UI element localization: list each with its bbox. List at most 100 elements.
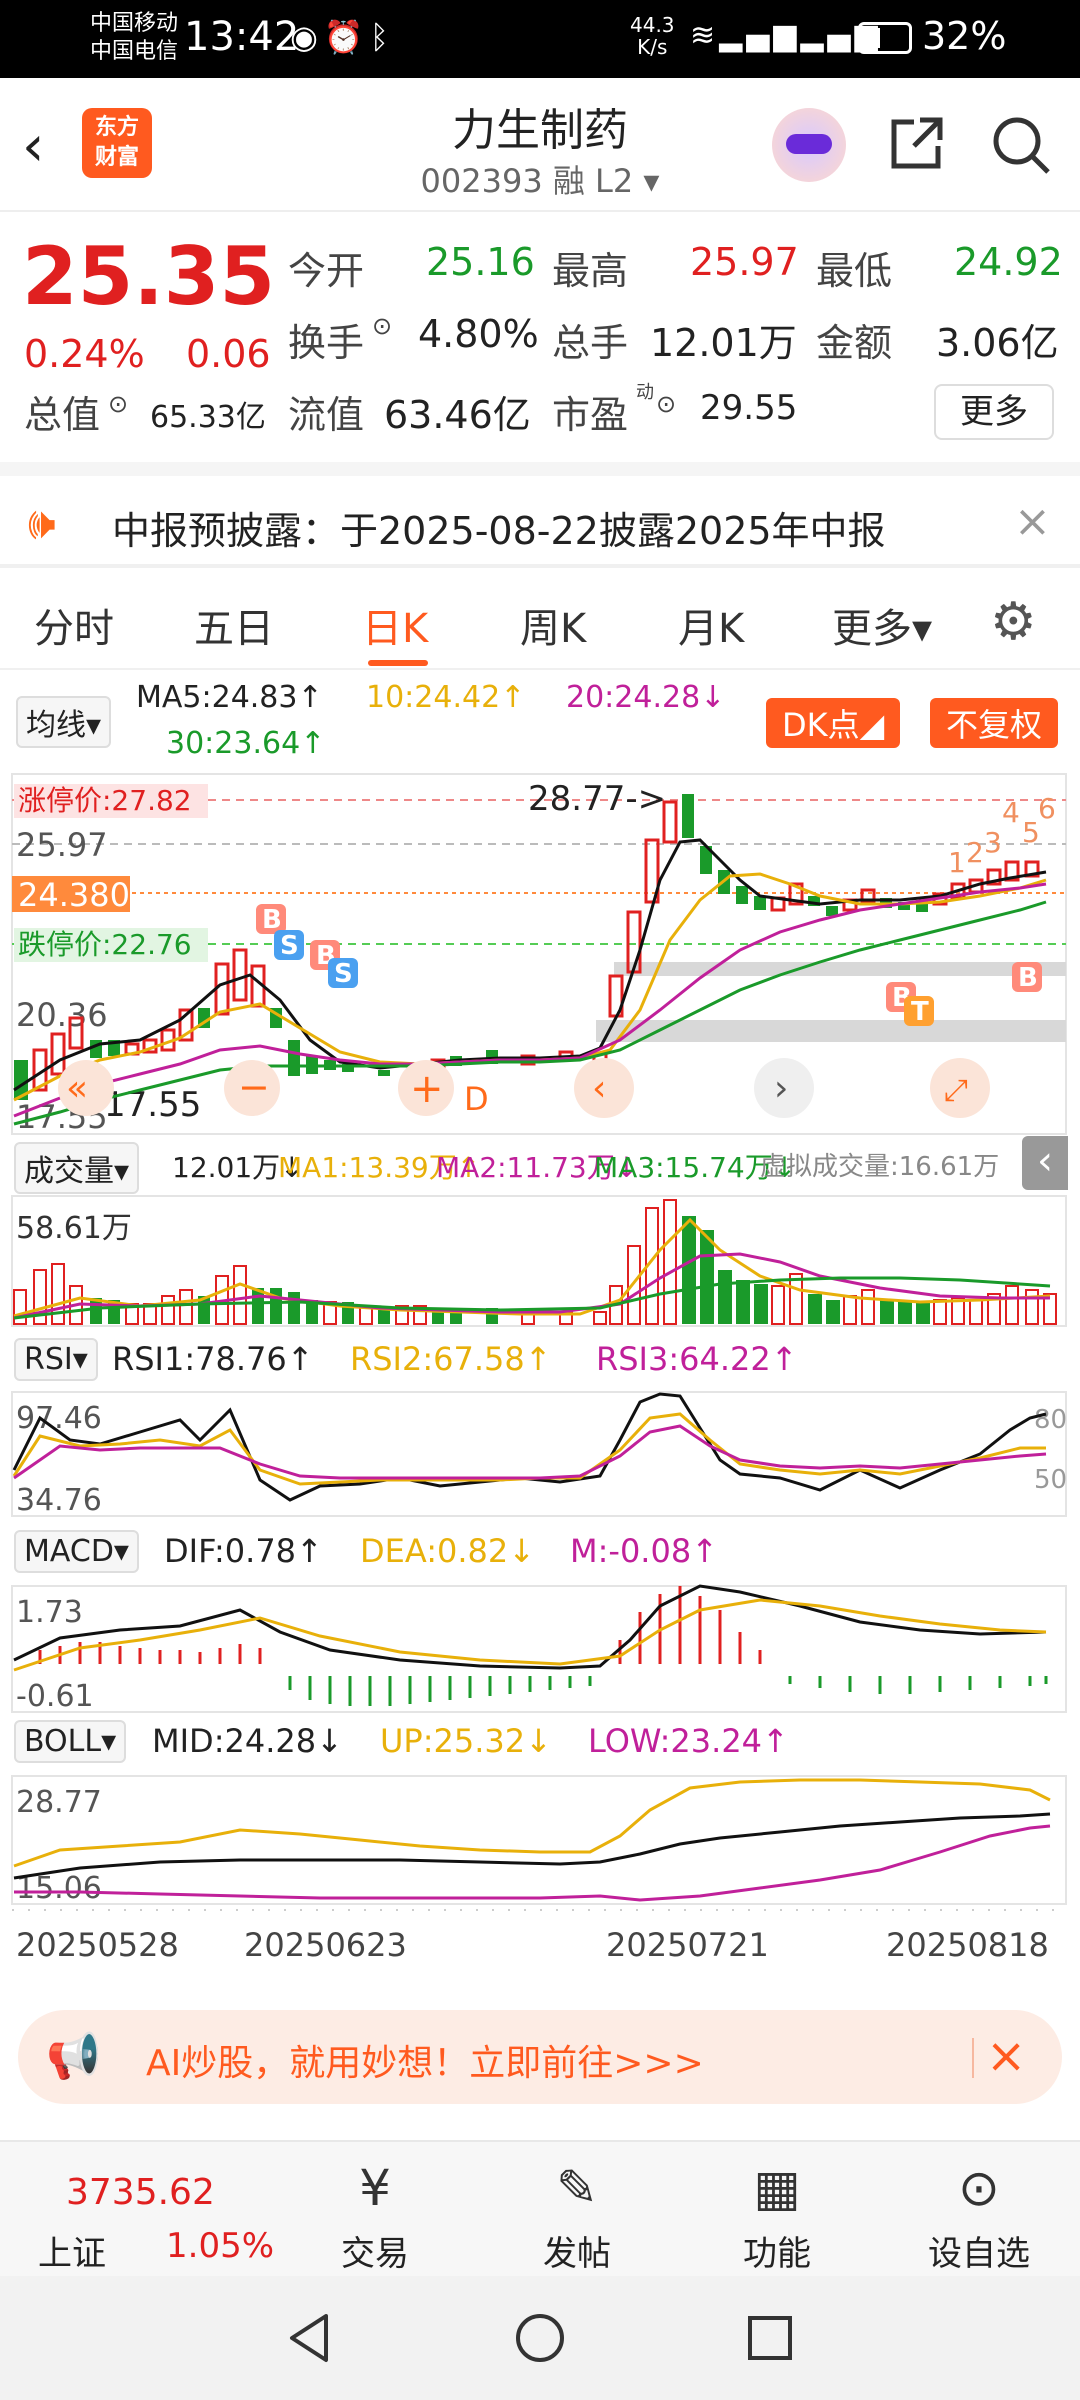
tab-intraday[interactable]: 分时 bbox=[34, 596, 114, 654]
nav-post-label: 发帖 bbox=[543, 2234, 611, 2274]
recents-square-icon[interactable] bbox=[742, 2310, 798, 2366]
bottom-nav: 3735.62 上证 1.05% ¥ 交易 ✎ 发帖 ▦ 功能 ⊙ 设自选 bbox=[0, 2140, 1080, 2276]
dea-value: DEA:0.82↓ bbox=[360, 1532, 536, 1570]
ma-legend: 均线▾ MA5:24.83↑ 10:24.42↑ 20:24.28↓ 30:23… bbox=[0, 680, 1080, 770]
low-value: 24.92 bbox=[954, 240, 1063, 284]
rsi1-value: RSI1:78.76↑ bbox=[112, 1340, 314, 1378]
quote-panel: 25.35 0.24% 0.06 今开 25.16 最高 25.97 最低 24… bbox=[0, 212, 1080, 462]
sell-marker-label: S bbox=[334, 959, 353, 989]
gear-icon[interactable]: ⚙ bbox=[990, 592, 1037, 652]
volume-bar bbox=[663, 1199, 677, 1325]
dk-point-button[interactable]: DK点◢ bbox=[766, 698, 901, 748]
last-price: 25.35 bbox=[22, 230, 276, 323]
volume-label: 总手 bbox=[552, 321, 629, 365]
signal-numbers: 1 2 3 4 5 6 bbox=[948, 792, 1056, 879]
yen-exchange-icon: ¥ bbox=[359, 2159, 391, 2217]
high-value: 25.97 bbox=[690, 240, 799, 284]
search-icon[interactable] bbox=[990, 114, 1052, 176]
volume-bar bbox=[288, 1292, 300, 1324]
pe-value: 29.55 bbox=[700, 388, 798, 428]
dif-value: DIF:0.78↑ bbox=[164, 1532, 323, 1570]
candle bbox=[288, 1040, 300, 1076]
open-value: 25.16 bbox=[426, 240, 535, 284]
mktcap-label: 总值 bbox=[24, 393, 101, 437]
no-adjust-button[interactable]: 不复权 bbox=[930, 698, 1059, 748]
volume-bar bbox=[252, 1288, 264, 1324]
tab-monthly-k[interactable]: 月K bbox=[678, 596, 744, 654]
info-icon[interactable]: ⊙ bbox=[656, 390, 676, 418]
tab-daily-k[interactable]: 日K bbox=[362, 596, 428, 654]
info-icon[interactable]: ⊙ bbox=[108, 390, 128, 418]
close-icon[interactable]: × bbox=[1014, 496, 1051, 547]
volume-bar bbox=[861, 1289, 875, 1325]
low-annotation: 17.55 bbox=[104, 1085, 201, 1125]
tab-more[interactable]: 更多▾ bbox=[832, 596, 932, 654]
info-icon[interactable]: ⊙ bbox=[372, 312, 392, 340]
candle bbox=[682, 794, 694, 838]
change-amount: 0.06 bbox=[186, 332, 271, 376]
rsi2-value: RSI2:67.58↑ bbox=[350, 1340, 552, 1378]
close-icon[interactable]: × bbox=[986, 2028, 1026, 2084]
signal-2: 2 bbox=[966, 836, 984, 869]
volume-bar bbox=[1005, 1285, 1019, 1325]
eye-icon: ◉ bbox=[290, 18, 324, 56]
mktcap-value: 65.33亿 bbox=[150, 400, 266, 435]
ai-promo-banner[interactable]: 📢 AI炒股，就用妙想！立即前往>>> × bbox=[18, 2010, 1062, 2104]
volume-bar bbox=[880, 1300, 894, 1324]
share-icon[interactable] bbox=[886, 114, 946, 174]
nav-add-watchlist[interactable]: ⊙ 设自选 bbox=[914, 2156, 1044, 2275]
volume-bar bbox=[843, 1295, 857, 1325]
carrier-labels: 中国移动 中国电信 bbox=[90, 10, 178, 66]
tab-weekly-k[interactable]: 周K bbox=[520, 596, 586, 654]
date-label: 20250623 bbox=[244, 1926, 407, 1964]
boll-mid-line bbox=[13, 1812, 1051, 1880]
notice-bar[interactable]: 🕪 中报预披露：于2025-08-22披露2025年中报 × bbox=[0, 462, 1080, 566]
expand-icon: ⤢ bbox=[944, 1073, 968, 1108]
take-marker-label: T bbox=[911, 997, 929, 1027]
battery-icon bbox=[858, 22, 912, 54]
limit-down-label: 跌停价:22.76 bbox=[18, 928, 192, 961]
candle bbox=[50, 1032, 66, 1076]
status-icons-right: ≋▂▄▆▂▄▆ bbox=[690, 18, 882, 53]
candle bbox=[378, 1070, 390, 1076]
nav-functions[interactable]: ▦ 功能 bbox=[712, 2156, 842, 2275]
nav-post[interactable]: ✎ 发帖 bbox=[512, 2156, 642, 2275]
pe-label: 市盈 bbox=[552, 393, 629, 437]
boll-low-value: LOW:23.24↑ bbox=[588, 1722, 789, 1760]
boll-mid-value: MID:24.28↓ bbox=[152, 1722, 343, 1760]
candle bbox=[736, 886, 748, 904]
index-percent[interactable]: 1.05% bbox=[166, 2226, 274, 2266]
nav-trade[interactable]: ¥ 交易 bbox=[310, 2156, 440, 2275]
rsi3-line bbox=[13, 1424, 1047, 1480]
more-quote-button[interactable]: 更多 bbox=[934, 384, 1054, 440]
chevron-left-icon: ‹ bbox=[1037, 1138, 1053, 1184]
clock: 13:42 bbox=[184, 14, 300, 60]
volume-bar bbox=[808, 1294, 822, 1324]
dea-line bbox=[13, 1598, 1047, 1672]
back-triangle-icon[interactable] bbox=[282, 2310, 338, 2366]
boll-selector[interactable]: BOLL▾ bbox=[14, 1720, 127, 1763]
candle bbox=[232, 948, 248, 1002]
index-name[interactable]: 上证 bbox=[38, 2226, 106, 2275]
volume-bar bbox=[593, 1311, 607, 1325]
float-label: 流值 bbox=[288, 393, 365, 437]
tab-five-day[interactable]: 五日 bbox=[194, 596, 274, 654]
rsi-selector[interactable]: RSI▾ bbox=[14, 1338, 98, 1381]
volume-bar bbox=[969, 1299, 983, 1325]
volume-selector[interactable]: 成交量▾ bbox=[14, 1142, 140, 1194]
d-label: D bbox=[464, 1080, 489, 1118]
collapse-panel-button[interactable]: ‹ bbox=[1022, 1136, 1068, 1190]
macd-bottom-label: -0.61 bbox=[16, 1679, 94, 1714]
volume-value: 12.01万 bbox=[650, 321, 797, 365]
date-label: 20250721 bbox=[606, 1926, 769, 1964]
home-circle-icon[interactable] bbox=[512, 2310, 568, 2366]
volume-bar bbox=[736, 1280, 750, 1324]
index-value[interactable]: 3735.62 bbox=[66, 2172, 215, 2213]
nav-functions-label: 功能 bbox=[743, 2234, 811, 2274]
ai-assistant-avatar[interactable] bbox=[772, 108, 846, 182]
divider bbox=[972, 2038, 974, 2078]
macd-selector[interactable]: MACD▾ bbox=[14, 1530, 139, 1573]
indicator-selector[interactable]: 均线▾ bbox=[16, 696, 112, 748]
turnover-value: 4.80% bbox=[418, 312, 539, 356]
rsi-bottom-label: 34.76 bbox=[16, 1483, 102, 1518]
